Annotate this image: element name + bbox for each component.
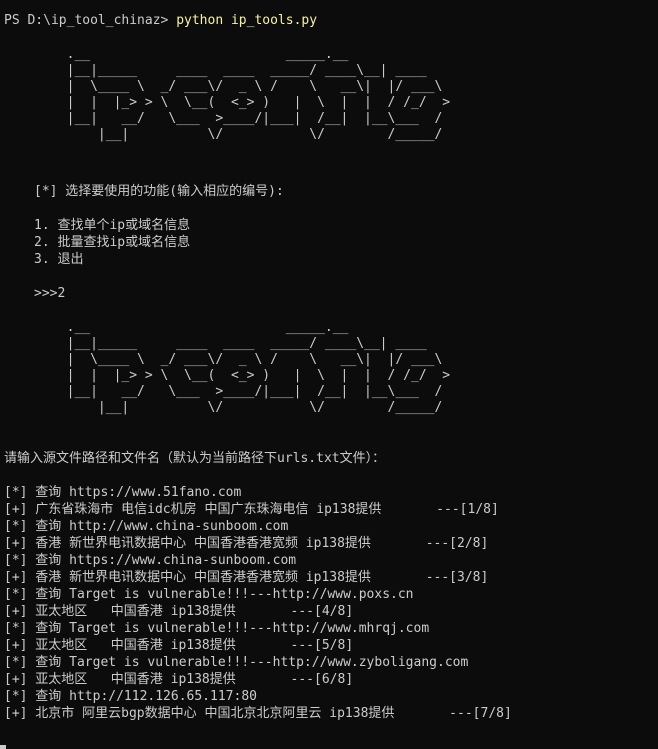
banner-line: |__| \/ \/ /_____/ — [4, 400, 443, 415]
result-line: [+] 香港 新世界电讯数据中心 中国香港香港宽频 ip138提供 ---[2/… — [4, 536, 489, 551]
result-line: [*] 查询 Target is vulnerable!!!---http://… — [4, 587, 414, 602]
result-line: [*] 查询 https://www.51fano.com — [4, 485, 242, 500]
command-text: python ip_tools.py — [176, 13, 318, 28]
command-prompt-line: PS D:\ip_tool_chinaz> python ip_tools.py — [4, 12, 658, 29]
terminal-window[interactable]: PS D:\ip_tool_chinaz> python ip_tools.py… — [0, 0, 658, 749]
result-line: [+] 亚太地区 中国香港 ip138提供 ---[4/8] — [4, 604, 354, 619]
result-line: [*] 查询 http://www.china-sunboom.com — [4, 519, 289, 534]
menu-option: 3. 退出 — [34, 252, 84, 267]
ascii-banner-2: .__ _____.__ |__|_____ ____ ____ _____/ … — [4, 320, 658, 416]
prompt-path: PS D:\ip_tool_chinaz> — [4, 13, 177, 28]
results-output: [*] 查询 https://www.51fano.com [+] 广东省珠海市… — [4, 484, 658, 722]
banner-line: |__|_____ ____ ____ _____/ ____\__| ____ — [4, 63, 427, 78]
result-line: [+] 亚太地区 中国香港 ip138提供 ---[5/8] — [4, 638, 354, 653]
banner-line: | \____ \ _/ ___\/ _ \ / \ __\| |/ ___\ — [4, 352, 443, 367]
text-cursor — [0, 745, 6, 749]
menu-title: [*] 选择要使用的功能(输入相应的编号): — [34, 184, 284, 199]
banner-line: .__ _____.__ — [4, 320, 349, 335]
banner-line: | | |_> > \ \__( <_> ) | \ | | / /_/ > — [4, 95, 451, 110]
file-path-prompt: 请输入源文件路径和文件名（默认为当前路径下urls.txt文件）： — [4, 451, 386, 466]
banner-line: |__| __/ \___ >____/|___| /__| |__\___ / — [4, 384, 443, 399]
banner-line: |__|_____ ____ ____ _____/ ____\__| ____ — [4, 336, 427, 351]
banner-line: | \____ \ _/ ___\/ _ \ / \ __\| |/ ___\ — [4, 79, 443, 94]
ascii-banner-1: .__ _____.__ |__|_____ ____ ____ _____/ … — [4, 47, 658, 143]
result-line: [+] 亚太地区 中国香港 ip138提供 ---[6/8] — [4, 672, 354, 687]
result-line: [+] 香港 新世界电讯数据中心 中国香港香港宽频 ip138提供 ---[3/… — [4, 570, 489, 585]
banner-line: | | |_> > \ \__( <_> ) | \ | | / /_/ > — [4, 368, 451, 383]
result-line: [*] 查询 Target is vulnerable!!!---http://… — [4, 655, 469, 670]
menu-input: >>>2 — [34, 286, 66, 301]
function-menu: [*] 选择要使用的功能(输入相应的编号): 1. 查找单个ip或域名信息 2.… — [4, 183, 658, 302]
menu-option: 1. 查找单个ip或域名信息 — [34, 218, 191, 233]
banner-line: |__| \/ \/ /_____/ — [4, 127, 443, 142]
menu-option: 2. 批量查找ip或域名信息 — [34, 235, 191, 250]
banner-line: .__ _____.__ — [4, 47, 349, 62]
banner-line: |__| __/ \___ >____/|___| /__| |__\___ / — [4, 111, 443, 126]
result-line: [+] 北京市 阿里云bgp数据中心 中国北京北京阿里云 ip138提供 ---… — [4, 706, 512, 721]
result-line: [+] 广东省珠海市 电信idc机房 中国广东珠海电信 ip138提供 ---[… — [4, 502, 499, 517]
result-line: [*] 查询 http://112.126.65.117:80 — [4, 689, 257, 704]
result-line: [*] 查询 Target is vulnerable!!!---http://… — [4, 621, 430, 636]
result-line: [*] 查询 https://www.china-sunboom.com — [4, 553, 297, 568]
